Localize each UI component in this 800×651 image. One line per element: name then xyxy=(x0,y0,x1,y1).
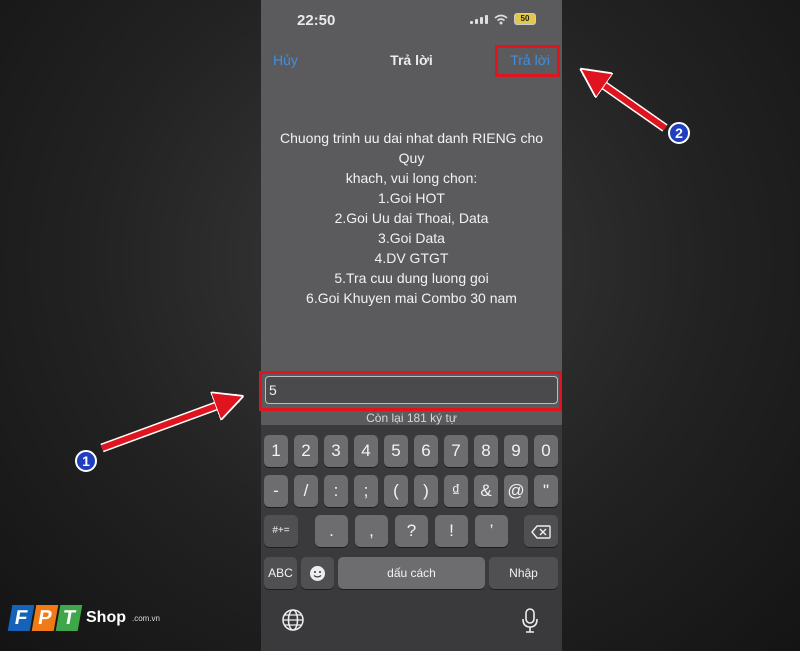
message-line: 5.Tra cuu dung luong goi xyxy=(334,270,489,286)
brand-domain: .com.vn xyxy=(132,613,161,623)
key-0[interactable]: 0 xyxy=(534,435,558,467)
key-question[interactable]: ? xyxy=(395,515,428,547)
message-line: 2.Goi Uu dai Thoai, Data xyxy=(334,210,489,226)
reply-button-highlight xyxy=(495,45,560,77)
keyboard: 1 2 3 4 5 6 7 8 9 0 - / : ; ( ) ₫ & @ " … xyxy=(261,425,562,651)
key-6[interactable]: 6 xyxy=(414,435,438,467)
message-line: 4.DV GTGT xyxy=(374,250,449,266)
cancel-button[interactable]: Hủy xyxy=(273,52,298,68)
key-3[interactable]: 3 xyxy=(324,435,348,467)
input-highlight xyxy=(259,371,562,411)
key-close-paren[interactable]: ) xyxy=(414,475,438,507)
globe-icon xyxy=(282,609,304,631)
character-counter: Còn lại 181 ký tự xyxy=(366,411,457,425)
emoji-key[interactable] xyxy=(301,557,334,589)
key-9[interactable]: 9 xyxy=(504,435,528,467)
message-line: 3.Goi Data xyxy=(378,230,445,246)
key-7[interactable]: 7 xyxy=(444,435,468,467)
backspace-key[interactable] xyxy=(524,515,558,547)
message-line: khach, vui long chon: xyxy=(345,170,478,186)
status-bar: 22:50 50 xyxy=(261,0,562,42)
ussd-message: Chuong trinh uu dai nhat danh RIENG cho … xyxy=(261,128,562,308)
message-line: 1.Goi HOT xyxy=(378,190,445,206)
key-5[interactable]: 5 xyxy=(384,435,408,467)
key-1[interactable]: 1 xyxy=(264,435,288,467)
abc-key[interactable]: ABC xyxy=(264,557,297,589)
arrow-to-reply xyxy=(585,72,668,132)
space-key[interactable]: dấu cách xyxy=(338,557,485,589)
fpt-logo: F P T xyxy=(7,605,83,631)
key-exclamation[interactable]: ! xyxy=(435,515,468,547)
backspace-icon xyxy=(531,524,551,539)
status-time: 22:50 xyxy=(297,12,336,29)
key-8[interactable]: 8 xyxy=(474,435,498,467)
key-colon[interactable]: : xyxy=(324,475,348,507)
arrow-to-input xyxy=(100,398,238,453)
brand-name: Shop xyxy=(86,609,126,626)
key-at[interactable]: @ xyxy=(504,475,528,507)
wifi-icon xyxy=(494,14,508,24)
signal-icon xyxy=(470,14,488,24)
microphone-icon xyxy=(522,608,538,633)
brand-logo: F P T Shop .com.vn xyxy=(7,605,161,631)
key-hyphen[interactable]: - xyxy=(264,475,288,507)
key-open-paren[interactable]: ( xyxy=(384,475,408,507)
phone-screen: 22:50 50 Hủy Trả lời Trả lời Chuong trin… xyxy=(261,0,562,651)
emoji-icon xyxy=(310,566,325,582)
key-period[interactable]: . xyxy=(315,515,348,547)
message-line: 6.Goi Khuyen mai Combo 30 nam xyxy=(306,290,517,306)
status-icons: 50 xyxy=(470,13,536,25)
step-marker-2: 2 xyxy=(668,122,690,144)
key-apostrophe[interactable]: ’ xyxy=(475,515,508,547)
key-semicolon[interactable]: ; xyxy=(354,475,378,507)
key-slash[interactable]: / xyxy=(294,475,318,507)
key-quote[interactable]: " xyxy=(534,475,558,507)
return-key[interactable]: Nhập xyxy=(489,557,558,589)
globe-key[interactable] xyxy=(281,608,305,632)
logo-letter: F xyxy=(7,605,35,631)
logo-letter: T xyxy=(55,605,83,631)
key-4[interactable]: 4 xyxy=(354,435,378,467)
symbols-toggle-key[interactable]: #+= xyxy=(264,515,298,547)
key-ampersand[interactable]: & xyxy=(474,475,498,507)
key-comma[interactable]: , xyxy=(355,515,388,547)
battery-icon: 50 xyxy=(514,13,536,25)
message-line: Chuong trinh uu dai nhat danh RIENG cho xyxy=(279,130,544,146)
message-line: Quy xyxy=(398,150,425,166)
logo-letter: P xyxy=(31,605,59,631)
key-dong[interactable]: ₫ xyxy=(444,475,468,507)
step-marker-1: 1 xyxy=(75,450,97,472)
dictation-key[interactable] xyxy=(520,608,540,634)
key-2[interactable]: 2 xyxy=(294,435,318,467)
